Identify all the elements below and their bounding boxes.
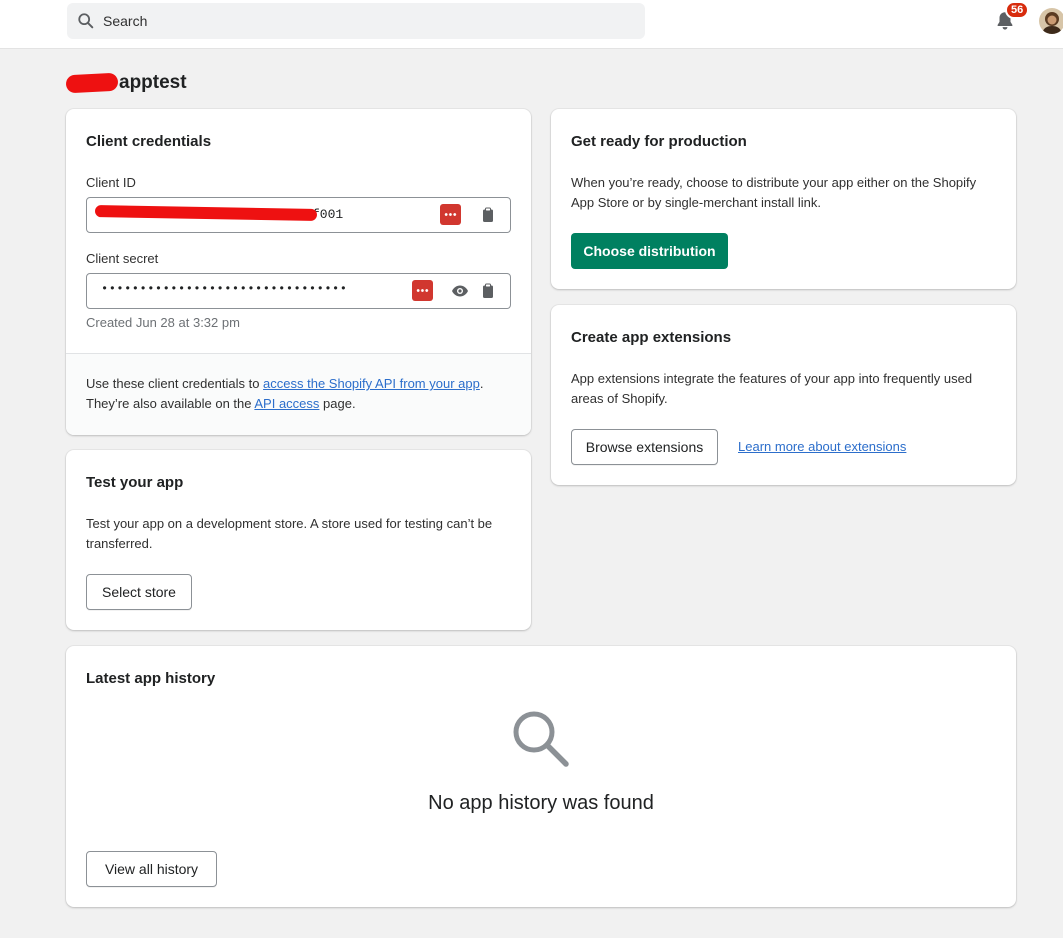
- client-id-field[interactable]: f001: [86, 197, 511, 233]
- created-timestamp: Created Jun 28 at 3:32 pm: [86, 315, 240, 330]
- client-secret-field[interactable]: ••••••••••••••••••••••••••••••••: [86, 273, 511, 309]
- reveal-secret-button[interactable]: [451, 282, 469, 300]
- test-app-description: Test your app on a development store. A …: [86, 516, 493, 551]
- user-avatar[interactable]: [1039, 8, 1063, 34]
- page-title: apptest: [65, 71, 187, 95]
- search-icon: [513, 711, 569, 767]
- client-secret-label: Client secret: [86, 251, 159, 266]
- test-app-title: Test your app: [86, 474, 184, 491]
- production-title: Get ready for production: [571, 133, 747, 150]
- credentials-footer: Use these client credentials to access t…: [66, 354, 531, 435]
- view-all-history-button[interactable]: View all history: [86, 851, 217, 887]
- app-history-title: Latest app history: [86, 670, 216, 687]
- extensions-description: App extensions integrate the features of…: [571, 371, 973, 406]
- help-text-prefix: Use these client credentials to: [86, 376, 264, 391]
- extensions-title: Create app extensions: [571, 329, 732, 346]
- browse-extensions-button[interactable]: Browse extensions: [571, 429, 718, 465]
- copy-client-id-button[interactable]: [479, 206, 497, 224]
- clipboard-icon: [483, 283, 493, 298]
- production-description: When you’re ready, choose to distribute …: [571, 175, 977, 210]
- choose-distribution-button[interactable]: Choose distribution: [571, 233, 728, 269]
- search-bar[interactable]: Search: [67, 3, 645, 39]
- clipboard-icon: [483, 207, 493, 222]
- password-manager-icon[interactable]: [412, 280, 433, 301]
- api-access-link[interactable]: API access: [254, 396, 319, 411]
- client-credentials-title: Client credentials: [86, 133, 212, 150]
- search-placeholder: Search: [103, 13, 148, 29]
- password-manager-icon[interactable]: [440, 204, 461, 225]
- redaction-mark: [94, 205, 318, 221]
- search-icon: [78, 13, 94, 29]
- top-bar: Search 56: [0, 0, 1063, 49]
- client-secret-value: ••••••••••••••••••••••••••••••••: [101, 282, 348, 296]
- extensions-card: Create app extensions App extensions int…: [551, 305, 1016, 485]
- learn-more-extensions-link[interactable]: Learn more about extensions: [738, 437, 906, 457]
- help-text-suffix: page.: [319, 396, 356, 411]
- eye-icon: [452, 285, 468, 297]
- copy-client-secret-button[interactable]: [479, 282, 497, 300]
- empty-state-message: No app history was found: [428, 792, 654, 814]
- production-card: Get ready for production When you’re rea…: [551, 109, 1016, 289]
- client-credentials-card: Client credentials Client ID f001 Client…: [66, 109, 531, 435]
- redaction-mark: [65, 72, 119, 94]
- app-history-card: Latest app history No app history was fo…: [66, 646, 1016, 907]
- notification-badge: 56: [1005, 1, 1030, 19]
- shopify-api-link[interactable]: access the Shopify API from your app: [263, 376, 480, 391]
- test-app-card: Test your app Test your app on a develop…: [66, 450, 531, 630]
- client-id-label: Client ID: [86, 175, 136, 190]
- app-name: apptest: [119, 72, 187, 93]
- credentials-help-text: Use these client credentials to access t…: [86, 374, 516, 414]
- select-store-button[interactable]: Select store: [86, 574, 192, 610]
